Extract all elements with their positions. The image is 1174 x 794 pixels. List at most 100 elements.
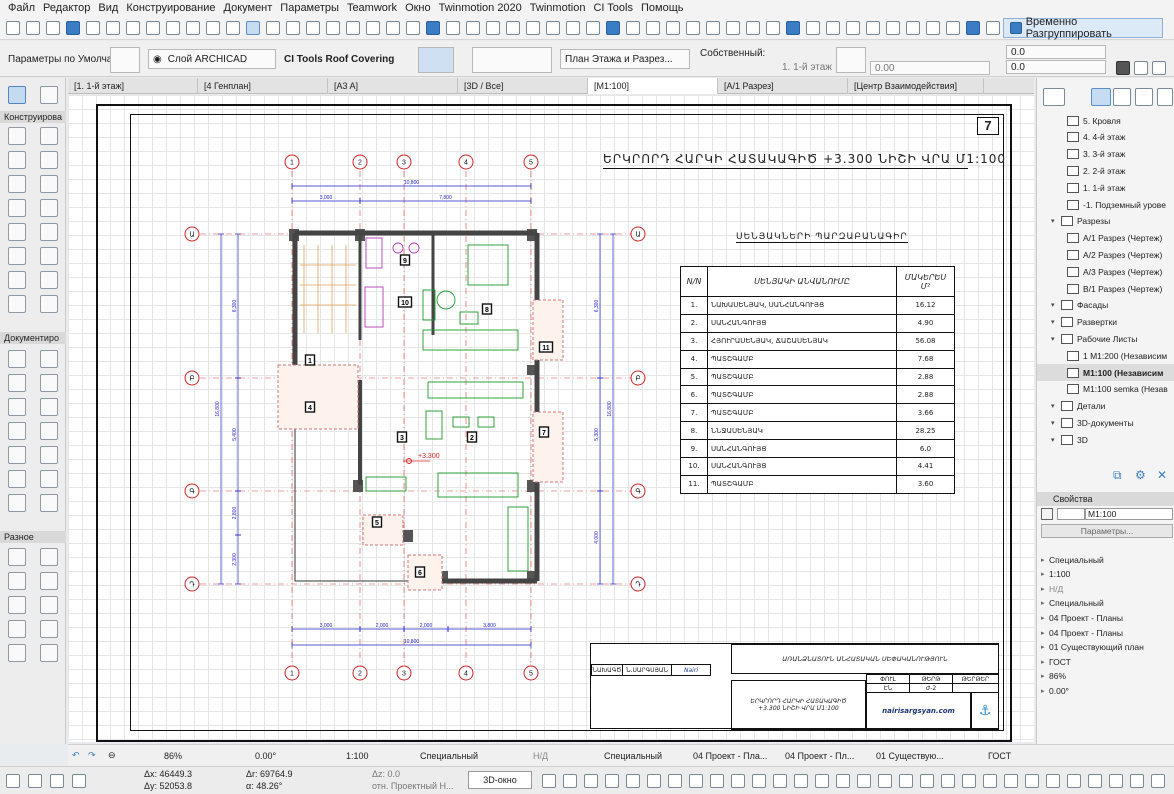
bottom-toolbar-button-16[interactable]: [878, 774, 892, 788]
tab-6[interactable]: [Центр Взаимодействия]: [848, 78, 984, 94]
toolbar-button-16[interactable]: [326, 20, 340, 35]
snap-button-0[interactable]: [6, 774, 20, 788]
menu-item-8[interactable]: Twinmotion 2020: [435, 2, 526, 14]
angle-value[interactable]: 0.00°: [255, 751, 276, 761]
tool-7-a[interactable]: [8, 295, 26, 313]
toolbar-button-43[interactable]: [866, 20, 880, 35]
nav-item-1[interactable]: 4. 4-й этаж: [1037, 129, 1174, 146]
nav-item-9[interactable]: A/3 Разрез (Чертеж): [1037, 263, 1174, 280]
bottom-toolbar-button-23[interactable]: [1025, 774, 1039, 788]
toolbar-button-23[interactable]: [466, 20, 480, 35]
toolbar-button-33[interactable]: [666, 20, 680, 35]
menu-item-9[interactable]: Twinmotion: [526, 2, 590, 14]
override-value[interactable]: 04 Проект - Пл...: [785, 751, 854, 761]
menu-item-0[interactable]: Файл: [4, 2, 39, 14]
offset-field-1[interactable]: 0.0: [1006, 45, 1106, 59]
property-row-7[interactable]: ▸ ГОСТ: [1041, 654, 1173, 669]
bottom-toolbar-button-26[interactable]: [1088, 774, 1102, 788]
redo-icon[interactable]: ↷: [88, 750, 96, 761]
bottom-toolbar-button-3[interactable]: [605, 774, 619, 788]
drawing-canvas[interactable]: 7 ԵՐԿՐՈՐԴ ՀԱՐԿԻ ՀԱՏԱԿԱԳԻԾ +3.300 ՆԻՇԻ ՎՐ…: [68, 95, 1034, 742]
toolbar-button-10[interactable]: [206, 20, 220, 35]
nav-item-10[interactable]: B/1 Разрез (Чертеж): [1037, 280, 1174, 297]
tool-2-a[interactable]: [8, 175, 26, 193]
tool-10-a[interactable]: [8, 398, 26, 416]
toolbar-button-1[interactable]: [26, 20, 40, 35]
property-row-3[interactable]: ▸ Специальный: [1041, 596, 1173, 611]
parameters-button[interactable]: Параметры...: [1041, 524, 1173, 538]
layout-book-icon[interactable]: [1135, 88, 1153, 106]
tool-7-b[interactable]: [40, 295, 58, 313]
tool-19-b[interactable]: [40, 644, 58, 662]
nav-item-2[interactable]: 3. 3-й этаж: [1037, 146, 1174, 163]
bottom-toolbar-button-18[interactable]: [920, 774, 934, 788]
tab-1[interactable]: [4 Генплан]: [198, 78, 328, 94]
nav-item-19[interactable]: ▾ 3D: [1037, 431, 1174, 448]
toolbar-button-19[interactable]: [386, 20, 400, 35]
bottom-toolbar-button-22[interactable]: [1004, 774, 1018, 788]
tool-11-a[interactable]: [8, 422, 26, 440]
navigator-mode-icon[interactable]: [1043, 88, 1065, 106]
bottom-toolbar-button-25[interactable]: [1067, 774, 1081, 788]
nav-item-3[interactable]: 2. 2-й этаж: [1037, 162, 1174, 179]
chevron-down-icon[interactable]: ▾: [1051, 436, 1061, 444]
bottom-toolbar-button-12[interactable]: [794, 774, 808, 788]
snap-button-3[interactable]: [72, 774, 86, 788]
tool-0-a[interactable]: [8, 127, 26, 145]
tool-6-a[interactable]: [8, 271, 26, 289]
id-field[interactable]: [1057, 508, 1085, 520]
tool-4-b[interactable]: [40, 223, 58, 241]
bottom-toolbar-button-27[interactable]: [1109, 774, 1123, 788]
tool-9-a[interactable]: [8, 374, 26, 392]
tool-15-b[interactable]: [40, 548, 58, 566]
toolbar-button-36[interactable]: [726, 20, 740, 35]
tool-13-b[interactable]: [40, 470, 58, 488]
nav-item-18[interactable]: ▾ 3D-документы: [1037, 414, 1174, 431]
dimension-standard-value[interactable]: ГОСТ: [988, 751, 1011, 761]
nav-item-5[interactable]: -1. Подземный урове: [1037, 196, 1174, 213]
tool-19-a[interactable]: [8, 644, 26, 662]
tool-14-b[interactable]: [40, 494, 58, 512]
scale-value[interactable]: 1:100: [346, 751, 369, 761]
toolbar-button-48[interactable]: [966, 20, 980, 35]
toolbar-button-8[interactable]: [166, 20, 180, 35]
property-row-8[interactable]: ▸ 86%: [1041, 669, 1173, 684]
undo-icon[interactable]: ↶: [72, 750, 80, 761]
toolbar-button-12[interactable]: [246, 20, 260, 35]
tool-15-a[interactable]: [8, 548, 26, 566]
toolbar-button-46[interactable]: [926, 20, 940, 35]
toolbar-button-29[interactable]: [586, 20, 600, 35]
bottom-toolbar-button-10[interactable]: [752, 774, 766, 788]
snap-button-1[interactable]: [28, 774, 42, 788]
name-field[interactable]: M1:100: [1085, 508, 1173, 520]
bottom-toolbar-button-7[interactable]: [689, 774, 703, 788]
toolbar-button-31[interactable]: [626, 20, 640, 35]
toolbar-button-20[interactable]: [406, 20, 420, 35]
snap-button-2[interactable]: [50, 774, 64, 788]
property-row-2[interactable]: ▸ Н/Д: [1041, 581, 1173, 596]
menu-item-11[interactable]: Помощь: [637, 2, 688, 14]
tool-14-a[interactable]: [8, 494, 26, 512]
property-row-6[interactable]: ▸ 01 Существующий план: [1041, 640, 1173, 655]
toolbar-button-17[interactable]: [346, 20, 360, 35]
tool-0-b[interactable]: [40, 127, 58, 145]
nav-item-0[interactable]: 5. Кровля: [1037, 112, 1174, 129]
toolbar-button-32[interactable]: [646, 20, 660, 35]
panel-icon-2[interactable]: [1134, 61, 1148, 75]
nav-item-8[interactable]: A/2 Разрез (Чертеж): [1037, 246, 1174, 263]
nav-item-13[interactable]: ▾ Рабочие Листы: [1037, 330, 1174, 347]
nav-item-6[interactable]: ▾ Разрезы: [1037, 213, 1174, 230]
menu-item-2[interactable]: Вид: [94, 2, 122, 14]
toolbar-button-5[interactable]: [106, 20, 120, 35]
toolbar-button-21[interactable]: [426, 20, 440, 35]
toolbar-button-44[interactable]: [886, 20, 900, 35]
tool-17-a[interactable]: [8, 596, 26, 614]
chevron-down-icon[interactable]: ▾: [1051, 217, 1061, 225]
zoom-out-icon[interactable]: ⊖: [108, 750, 116, 761]
tool-16-b[interactable]: [40, 572, 58, 590]
bottom-toolbar-button-6[interactable]: [668, 774, 682, 788]
toolbar-button-34[interactable]: [686, 20, 700, 35]
tool-9-b[interactable]: [40, 374, 58, 392]
nav-item-15[interactable]: M1:100 (Независим: [1037, 364, 1174, 381]
bottom-toolbar-button-20[interactable]: [962, 774, 976, 788]
